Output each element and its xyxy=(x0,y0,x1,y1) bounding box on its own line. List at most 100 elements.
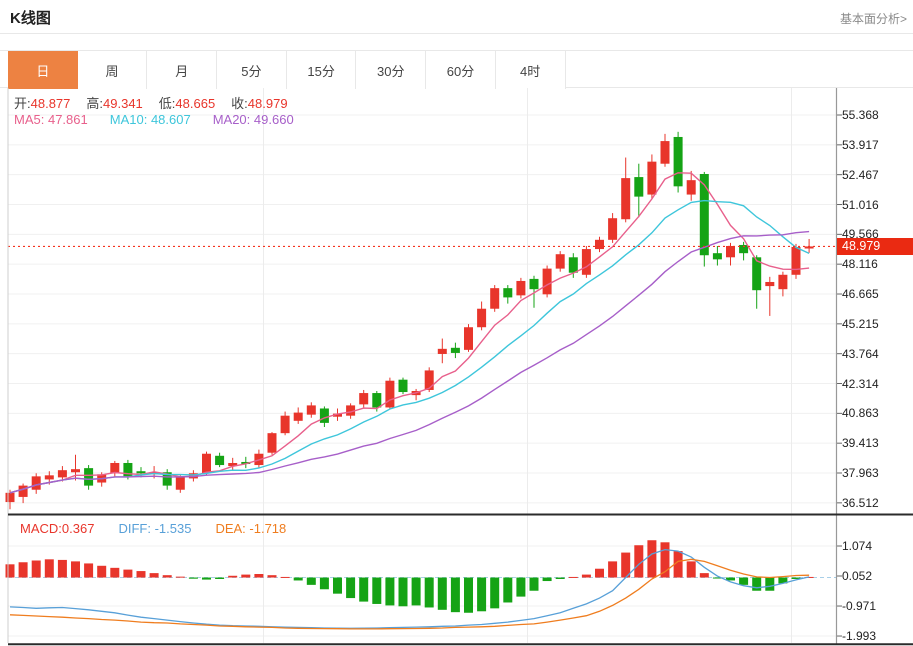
macd-hist-bar xyxy=(647,540,656,577)
high-label: 高: xyxy=(86,96,103,111)
macd-hist-bar xyxy=(202,578,211,580)
y-axis-label: 40.863 xyxy=(842,405,879,421)
close-label: 收: xyxy=(231,96,248,111)
y-axis-label: 55.368 xyxy=(842,107,879,123)
macd-value: 0.367 xyxy=(62,521,95,536)
candle-body xyxy=(438,349,447,354)
candle-body xyxy=(621,178,630,219)
macd-hist-bar xyxy=(372,578,381,604)
ma20-value: 49.660 xyxy=(254,112,294,127)
candle-body xyxy=(84,468,93,485)
macd-hist-bar xyxy=(189,578,198,579)
candle-body xyxy=(595,240,604,249)
candle-body xyxy=(700,174,709,255)
candle-body xyxy=(176,476,185,489)
ma-row: MA5: 47.861MA10: 48.607MA20: 49.660 xyxy=(14,112,294,127)
ohlc-row: 开:48.877高:49.341低:48.665收:48.979 xyxy=(14,93,304,112)
macd-hist-bar xyxy=(320,578,329,590)
candle-body xyxy=(19,486,28,497)
candle-body xyxy=(687,180,696,194)
y-axis-label: -1.993 xyxy=(842,628,876,644)
candle-body xyxy=(110,463,119,473)
candle-body xyxy=(530,279,539,289)
ma10-value: 48.607 xyxy=(151,112,191,127)
macd-hist-bar xyxy=(516,578,525,597)
high-value: 49.341 xyxy=(103,96,143,111)
y-axis-label: 45.215 xyxy=(842,316,879,332)
macd-hist-bar xyxy=(739,578,748,585)
candle-body xyxy=(385,381,394,408)
candle-body xyxy=(778,275,787,289)
macd-hist-bar xyxy=(32,561,41,578)
candle-body xyxy=(792,247,801,275)
macd-hist-bar xyxy=(438,578,447,610)
candle-body xyxy=(137,471,146,473)
macd-hist-bar xyxy=(582,575,591,578)
y-axis-label: 36.512 xyxy=(842,495,879,511)
candle-body xyxy=(647,162,656,195)
macd-hist-bar xyxy=(359,578,368,602)
candle-body xyxy=(202,454,211,474)
candle-body xyxy=(582,249,591,275)
macd-hist-bar xyxy=(503,578,512,603)
macd-hist-bar xyxy=(451,578,460,613)
candle-body xyxy=(503,288,512,297)
dea-value: -1.718 xyxy=(249,521,286,536)
macd-hist-bar xyxy=(399,578,408,607)
macd-hist-bar xyxy=(543,578,552,582)
macd-hist-bar xyxy=(608,561,617,577)
macd-label: MACD: xyxy=(20,521,62,536)
candle-body xyxy=(307,405,316,414)
macd-hist-bar xyxy=(150,573,159,577)
macd-hist-bar xyxy=(281,577,290,578)
candle-body xyxy=(45,475,54,479)
candle-body xyxy=(543,269,552,295)
macd-hist-bar xyxy=(556,578,565,579)
macd-hist-bar xyxy=(97,566,106,578)
candle-body xyxy=(425,370,434,390)
y-axis-label: 51.016 xyxy=(842,197,879,213)
y-axis-label: 37.963 xyxy=(842,465,879,481)
macd-hist-bar xyxy=(6,564,15,577)
candle-body xyxy=(516,281,525,295)
y-axis-label: -0.971 xyxy=(842,598,876,614)
macd-hist-bar xyxy=(254,574,263,578)
y-axis-label: 0.052 xyxy=(842,568,872,584)
candle-body xyxy=(268,433,277,453)
candle-body xyxy=(6,493,15,502)
candle-body xyxy=(372,393,381,407)
candle-body xyxy=(58,470,67,477)
y-axis-label: 53.917 xyxy=(842,137,879,153)
macd-hist-bar xyxy=(19,562,28,577)
open-value: 48.877 xyxy=(31,96,71,111)
y-axis-label: 1.074 xyxy=(842,538,872,554)
candle-body xyxy=(608,218,617,240)
macd-hist-bar xyxy=(464,578,473,613)
macd-hist-bar xyxy=(137,571,146,577)
y-axis-label: 48.116 xyxy=(842,256,878,272)
candle-body xyxy=(713,253,722,259)
macd-hist-bar xyxy=(58,560,67,578)
macd-hist-bar xyxy=(765,578,774,591)
macd-hist-bar xyxy=(595,569,604,578)
ma10-line xyxy=(10,201,809,493)
ma20-label: MA20: xyxy=(213,112,251,127)
candle-body xyxy=(661,141,670,164)
ma5-value: 47.861 xyxy=(48,112,88,127)
candle-body xyxy=(765,282,774,286)
dea-label: DEA: xyxy=(215,521,245,536)
candle-body xyxy=(320,408,329,422)
y-axis-label: 42.314 xyxy=(842,376,879,392)
candle-body xyxy=(32,476,41,489)
candle-body xyxy=(215,456,224,465)
macd-hist-bar xyxy=(385,578,394,606)
macd-hist-bar xyxy=(477,578,486,612)
close-value: 48.979 xyxy=(248,96,288,111)
macd-hist-bar xyxy=(123,570,132,578)
ma5-label: MA5: xyxy=(14,112,44,127)
macd-hist-bar xyxy=(228,576,237,578)
macd-hist-bar xyxy=(307,578,316,585)
candle-body xyxy=(634,177,643,197)
macd-hist-bar xyxy=(346,578,355,599)
macd-hist-bar xyxy=(45,559,54,577)
